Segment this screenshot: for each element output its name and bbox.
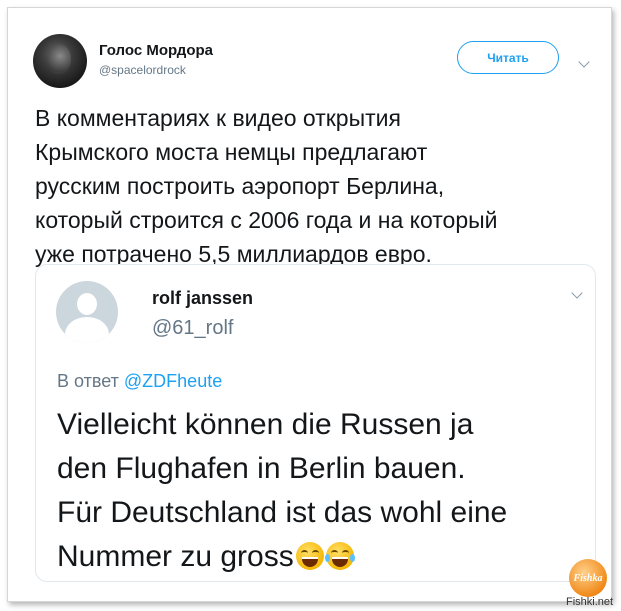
reply-prefix: В ответ <box>57 371 119 391</box>
reply-mention-link[interactable]: @ZDFheute <box>124 371 222 391</box>
read-button[interactable]: Читать <box>457 41 559 74</box>
chevron-down-icon[interactable] <box>571 287 583 299</box>
laughing-tears-face-icon <box>324 542 355 570</box>
quoted-text-body: Vielleicht können die Russen ja den Flug… <box>57 408 508 573</box>
watermark-logo: Fishka <box>569 559 607 597</box>
watermark-site: Fishki.net <box>566 596 614 608</box>
chevron-down-icon[interactable] <box>578 56 590 68</box>
grinning-squinting-face-icon <box>295 542 324 570</box>
tweet-text: В комментариях к видео открытия Крымског… <box>35 105 498 267</box>
tweet-card: Голос Мордора @spacelordrock Читать В ко… <box>7 7 612 602</box>
default-avatar-icon[interactable] <box>56 281 118 343</box>
quoted-author-name[interactable]: rolf janssen <box>152 288 253 309</box>
author-name[interactable]: Голос Мордора <box>99 42 213 59</box>
quoted-author-handle[interactable]: @61_rolf <box>152 317 233 340</box>
reply-to-line: В ответ @ZDFheute <box>57 371 222 392</box>
avatar-shoulders <box>65 317 109 343</box>
avatar-head <box>77 293 97 315</box>
avatar-face <box>47 44 71 74</box>
author-avatar[interactable] <box>33 34 87 88</box>
quoted-tweet[interactable]: rolf janssen @61_rolf В ответ @ZDFheute … <box>35 264 596 582</box>
quoted-tweet-text: Vielleicht können die Russen ja den Flug… <box>57 403 577 579</box>
author-handle[interactable]: @spacelordrock <box>99 63 186 77</box>
